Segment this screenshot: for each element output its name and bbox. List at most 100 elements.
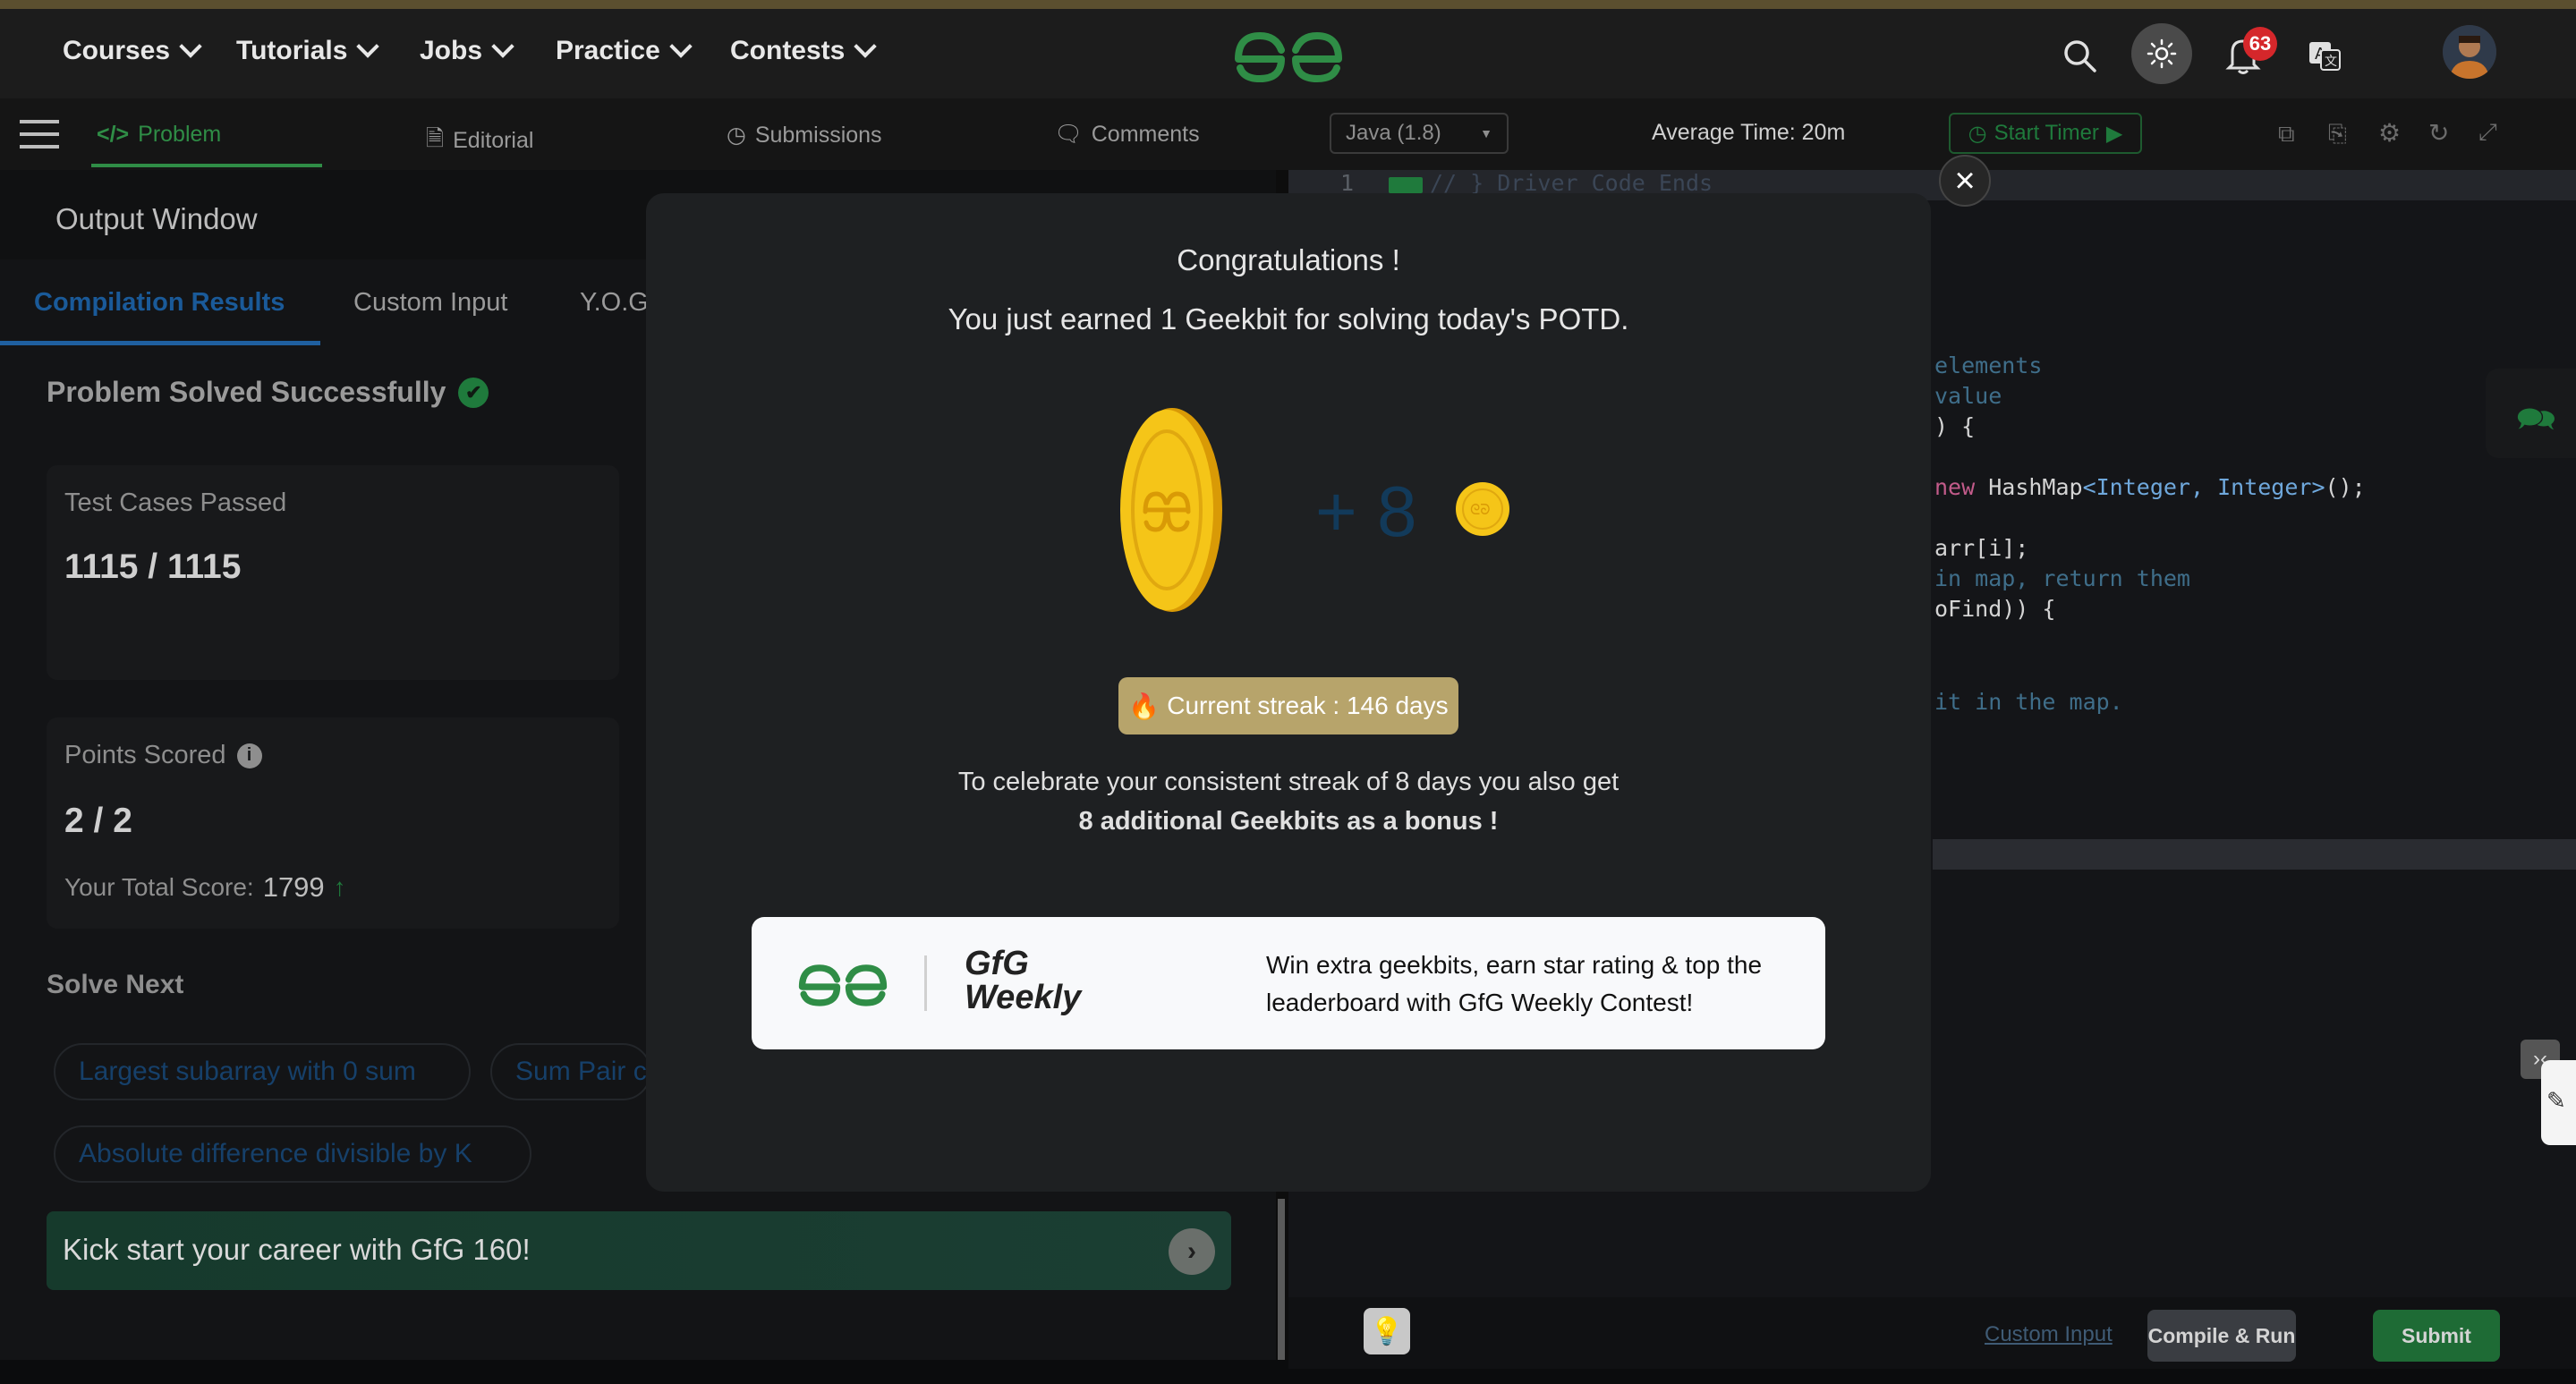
chat-icon: 🗪	[2516, 400, 2556, 437]
chevron-down-icon	[356, 35, 380, 58]
result-tab-underline	[0, 341, 320, 345]
solve-next-item[interactable]: Largest subarray with 0 sum	[54, 1043, 471, 1100]
timer-icon: ◷	[1968, 121, 1987, 146]
bonus-plus-text: + 8	[1315, 471, 1417, 551]
language-select-value: Java (1.8)	[1346, 121, 1441, 145]
top-navbar: Courses Tutorials Jobs Practice Contests…	[0, 9, 2576, 98]
tab-submissions-label: Submissions	[754, 122, 882, 148]
fire-icon: 🔥	[1128, 692, 1160, 720]
solved-status-text: Problem Solved Successfully	[47, 376, 446, 408]
submit-button[interactable]: Submit	[2373, 1310, 2500, 1362]
bonus-message-line-1: To celebrate your consistent streak of 8…	[957, 768, 1620, 796]
tab-comments-label: Comments	[1091, 122, 1200, 147]
code-line: // } Driver Code Ends	[1430, 170, 1713, 196]
points-value: 2 / 2	[64, 802, 132, 840]
chevron-down-icon	[179, 35, 202, 58]
compile-run-button[interactable]: Compile & Run	[2147, 1310, 2296, 1362]
test-cases-value: 1115 / 1115	[64, 548, 242, 586]
nav-jobs-label: Jobs	[420, 36, 483, 65]
gfg160-banner-text: Kick start your career with GfG 160!	[63, 1233, 531, 1266]
start-timer-button[interactable]: ◷ Start Timer ▶	[1949, 113, 2142, 154]
code-line: value	[1934, 383, 2002, 409]
fold-marker[interactable]	[1389, 177, 1423, 193]
average-time: Average Time: 20m	[1652, 120, 1846, 145]
start-timer-label: Start Timer	[1994, 121, 2099, 145]
code-brackets-icon: </>	[97, 122, 130, 147]
search-icon[interactable]	[2060, 36, 2099, 75]
comment-icon: 🗨	[1054, 122, 1083, 147]
clock-icon: ◷	[727, 123, 746, 148]
solved-status: Problem Solved Successfully ✔	[47, 376, 489, 409]
info-icon[interactable]: i	[236, 743, 262, 768]
scrollbar-thumb[interactable]	[1278, 1199, 1285, 1360]
language-select[interactable]: Java (1.8) ▼	[1330, 113, 1509, 154]
tab-problem[interactable]: </> Problem	[97, 122, 221, 148]
nav-courses[interactable]: Courses	[63, 35, 202, 66]
copy-icon[interactable]: ⧉	[2278, 120, 2295, 149]
translate-icon[interactable]: A文	[2305, 36, 2344, 75]
fullscreen-icon[interactable]: ⤢	[2478, 118, 2497, 147]
custom-input-link[interactable]: Custom Input	[1985, 1322, 2113, 1347]
tab-custom-input[interactable]: Custom Input	[353, 288, 507, 318]
theme-toggle-sun-icon[interactable]	[2131, 23, 2192, 84]
modal-subtitle: You just earned 1 Geekbit for solving to…	[948, 302, 1629, 335]
arrow-up-icon: ↑	[333, 873, 346, 901]
nav-tutorials[interactable]: Tutorials	[236, 35, 380, 66]
tab-yog[interactable]: Y.O.G	[580, 288, 649, 318]
tab-editorial[interactable]: 🗎 Editorial	[426, 122, 533, 160]
solve-next-label: Solve Next	[47, 970, 184, 999]
play-icon: ▶	[2105, 121, 2123, 146]
settings-gear-icon[interactable]: ⚙	[2378, 118, 2401, 148]
document-icon: 🗎	[426, 126, 445, 151]
nav-contests-label: Contests	[730, 36, 846, 65]
code-generics: <Integer, Integer>	[2082, 474, 2325, 500]
total-score-value: 1799	[262, 871, 325, 903]
total-score-row: Your Total Score: 1799 ↑	[64, 871, 346, 904]
svg-text:ᘓᘐ: ᘓᘐ	[1470, 501, 1491, 518]
tab-editorial-label: Editorial	[453, 128, 534, 153]
nav-practice[interactable]: Practice	[556, 35, 693, 66]
notification-count-badge: 63	[2243, 27, 2277, 61]
current-streak-text: Current streak : 146 days	[1167, 692, 1449, 719]
code-line: it in the map.	[1934, 689, 2123, 715]
tab-submissions[interactable]: ◷ Submissions	[727, 122, 882, 149]
nav-contests[interactable]: Contests	[730, 35, 878, 66]
tab-compilation-results[interactable]: Compilation Results	[34, 288, 285, 318]
active-tab-underline	[91, 164, 322, 167]
output-window-title: Output Window	[55, 202, 258, 235]
hamburger-menu-icon[interactable]	[20, 118, 59, 150]
chat-widget[interactable]: 🗪	[2486, 369, 2576, 458]
nav-tutorials-label: Tutorials	[236, 36, 348, 65]
export-icon[interactable]: ⎘	[2328, 120, 2347, 149]
nav-jobs[interactable]: Jobs	[420, 35, 514, 66]
solve-next-item[interactable]: Sum Pair c	[490, 1043, 651, 1100]
caret-down-icon: ▼	[1480, 126, 1492, 140]
close-icon[interactable]: ×	[1939, 155, 1991, 207]
gfg-logo[interactable]	[1231, 23, 1346, 86]
tab-problem-label: Problem	[138, 122, 222, 147]
solve-next-item[interactable]: Absolute difference divisible by K	[54, 1125, 531, 1183]
code-line: in map, return them	[1934, 565, 2190, 591]
gfg-weekly-bottom: Weekly	[965, 979, 1082, 1016]
hint-bulb-icon[interactable]: 💡	[1364, 1308, 1410, 1354]
reset-icon[interactable]: ↻	[2428, 118, 2449, 148]
points-label: Points Scored	[64, 741, 226, 769]
code-line: ) {	[1934, 413, 1976, 439]
chevron-right-icon[interactable]: ›	[1169, 1228, 1215, 1275]
editor-horizontal-scrollbar[interactable]	[1933, 839, 2576, 870]
code-line: new HashMap<Integer, Integer>();	[1934, 474, 2366, 500]
user-avatar[interactable]	[2443, 25, 2496, 79]
side-feedback-tab[interactable]: ✎	[2541, 1060, 2576, 1145]
bonus-message-line-2: 8 additional Geekbits as a bonus !	[1078, 807, 1499, 836]
tab-comments[interactable]: 🗨 Comments	[1054, 122, 1200, 148]
nav-courses-label: Courses	[63, 36, 171, 65]
problem-tabs-bar: </> Problem 🗎 Editorial ◷ Submissions 🗨 …	[0, 98, 1288, 170]
points-label-row: Points Scored i	[64, 741, 262, 770]
pencil-icon: ✎	[2546, 1087, 2566, 1114]
code-punct: ();	[2325, 474, 2366, 500]
code-line: elements	[1934, 352, 2043, 378]
nav-practice-label: Practice	[556, 36, 660, 65]
code-type: HashMap	[1988, 474, 2083, 500]
top-accent-line	[0, 0, 2576, 9]
code-line: arr[i];	[1934, 535, 2029, 561]
